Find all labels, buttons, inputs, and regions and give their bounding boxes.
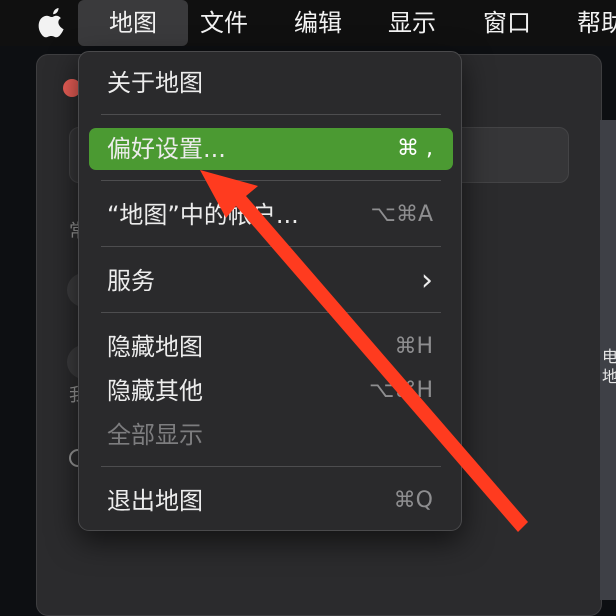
menu-item-label: 隐藏地图 [107,333,203,361]
menu-file[interactable]: 文件 [200,0,248,46]
menu-item-label: 隐藏其他 [107,377,203,405]
menu-separator [101,246,441,247]
menu-item-label: 退出地图 [107,487,203,515]
menu-separator [101,180,441,181]
map-label: 电 [602,347,616,366]
app-menu-dropdown: 关于地图 偏好设置... ⌘ , “地图”中的帐户... ⌥⌘A 服务 › 隐藏… [78,51,462,531]
menu-item-label: 偏好设置... [107,135,226,163]
menu-item-label: 关于地图 [107,69,203,97]
menu-help[interactable]: 帮助 [577,0,616,46]
menu-item-show-all: 全部显示 [89,414,453,456]
menu-item-about[interactable]: 关于地图 [89,62,453,104]
menu-separator [101,114,441,115]
menu-item-preferences[interactable]: 偏好设置... ⌘ , [89,128,453,170]
menu-edit[interactable]: 编辑 [294,0,342,46]
map-view[interactable]: 电 地 [600,120,616,600]
apple-logo-icon[interactable] [38,6,68,38]
menu-view[interactable]: 显示 [388,0,436,46]
menu-item-label: “地图”中的帐户... [107,201,299,229]
menu-item-quit[interactable]: 退出地图 ⌘Q [89,480,453,522]
map-label: 地 [602,367,616,386]
menu-separator [101,466,441,467]
menu-bar: 地图 文件 编辑 显示 窗口 帮助 [0,0,616,46]
menu-item-accounts[interactable]: “地图”中的帐户... ⌥⌘A [89,194,453,236]
menu-item-label: 服务 [107,267,155,295]
menu-item-hide-others[interactable]: 隐藏其他 ⌥⌘H [89,370,453,412]
chevron-right-icon: › [421,263,433,298]
menu-map[interactable]: 地图 [78,0,188,46]
menu-item-shortcut: ⌘H [394,334,433,359]
menu-item-services[interactable]: 服务 › [89,260,453,302]
menu-separator [101,312,441,313]
menu-item-label: 全部显示 [107,421,203,449]
menu-item-hide[interactable]: 隐藏地图 ⌘H [89,326,453,368]
menu-window[interactable]: 窗口 [483,0,531,46]
menu-item-shortcut: ⌘Q [393,488,433,513]
menu-item-shortcut: ⌥⌘A [370,202,433,227]
menu-item-shortcut: ⌘ , [397,136,433,161]
menu-item-shortcut: ⌥⌘H [369,378,433,403]
